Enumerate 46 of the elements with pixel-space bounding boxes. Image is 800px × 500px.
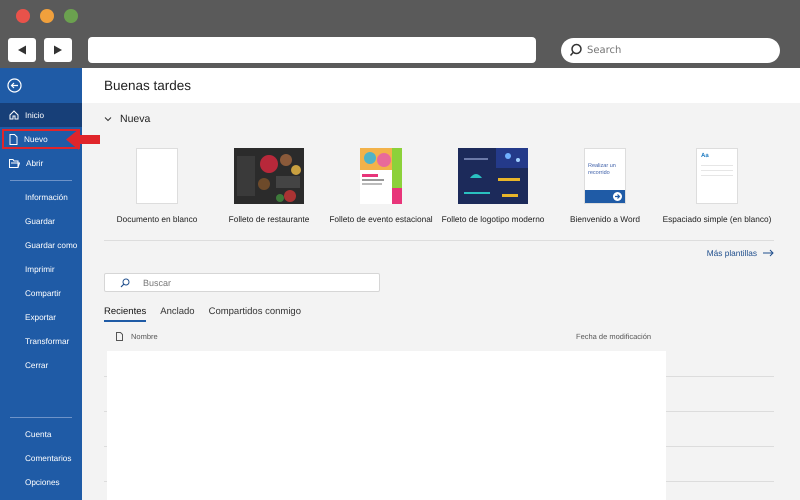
window-control[interactable] [64, 9, 78, 23]
back-icon[interactable] [7, 78, 22, 93]
template-label[interactable]: Espaciado simple (en blanco) [662, 214, 772, 224]
document-icon [9, 134, 18, 144]
sidebar-item[interactable]: Guardar como [0, 233, 82, 257]
search-field[interactable]: Buscar [104, 273, 380, 292]
tab[interactable]: Anclado [160, 304, 195, 322]
file-icon [116, 332, 123, 340]
address-field[interactable] [88, 37, 536, 63]
sidebar-item[interactable]: Guardar [0, 209, 82, 233]
back-icon [17, 45, 27, 55]
folder-icon [9, 158, 20, 168]
tab[interactable]: Compartidos conmigo [208, 304, 301, 322]
sidebar-item[interactable]: Transformar [0, 329, 82, 353]
template-label[interactable]: Folleto de logotipo moderno [442, 214, 544, 224]
search-field[interactable]: Search [561, 38, 780, 62]
arrow-annotation [66, 129, 100, 150]
template-label[interactable]: Folleto de evento estacional [329, 214, 433, 224]
sidebar-item[interactable]: Información [0, 185, 82, 209]
sidebar-item[interactable]: Compartir [0, 281, 82, 305]
sidebar-item[interactable]: Comentarios [0, 446, 82, 470]
home-icon [9, 110, 19, 120]
forward-button[interactable] [44, 38, 72, 62]
section-title: Nueva [120, 113, 150, 125]
sidebar-item[interactable]: Abrir [0, 151, 82, 175]
blank-page-thumbnail[interactable] [136, 148, 178, 204]
more-templates-link[interactable]: Más plantillas [706, 248, 774, 258]
back-button[interactable] [8, 38, 36, 62]
window-control[interactable] [40, 9, 54, 23]
template-label[interactable]: Documento en blanco [116, 214, 198, 224]
sidebar-item[interactable]: Imprimir [0, 257, 82, 281]
sidebar-item[interactable]: Exportar [0, 305, 82, 329]
sidebar-item[interactable]: Nuevo [0, 127, 82, 151]
sidebar-item[interactable]: Opciones [0, 470, 82, 494]
tab[interactable]: Recientes [104, 304, 146, 322]
arrow-icon [763, 249, 774, 257]
template-label[interactable]: Folleto de restaurante [228, 214, 310, 224]
arrow-icon [613, 192, 622, 201]
sidebar-item[interactable]: Cuenta [0, 422, 82, 446]
sidebar-item[interactable]: Inicio [0, 103, 82, 127]
forward-icon [53, 45, 63, 55]
chevron-icon[interactable] [104, 116, 112, 122]
sidebar-item[interactable]: Cerrar [0, 353, 82, 377]
window-control[interactable] [16, 9, 30, 23]
template-label[interactable]: Bienvenido a Word [570, 214, 640, 224]
greeting-title: Buenas tardes [104, 78, 192, 93]
